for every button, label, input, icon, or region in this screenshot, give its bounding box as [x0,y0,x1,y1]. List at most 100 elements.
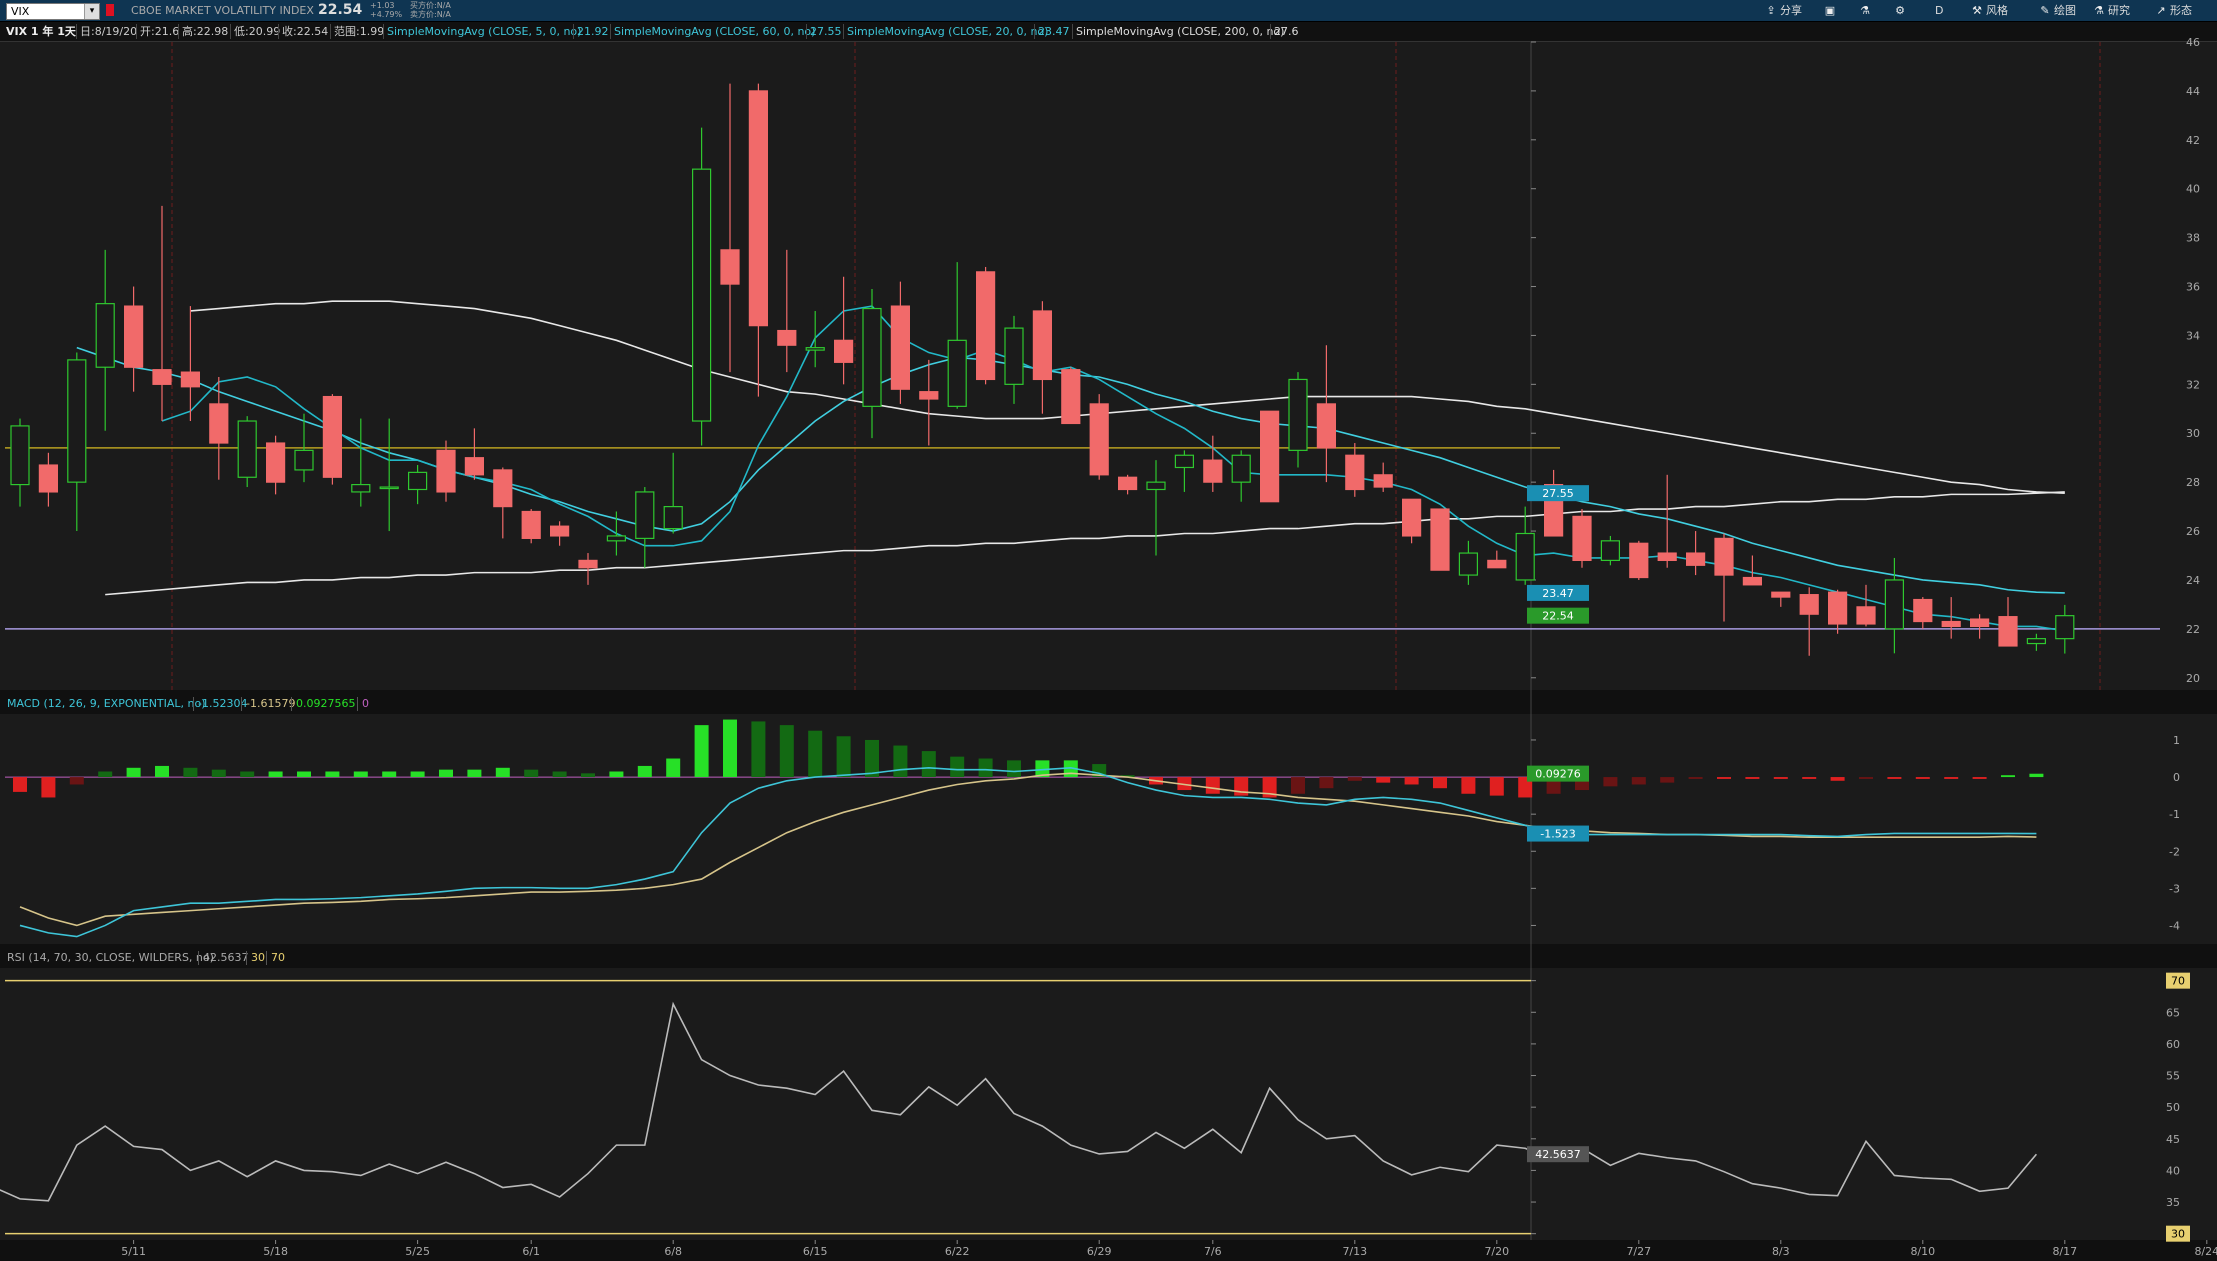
candle-body [294,449,314,471]
macd-histogram-bar [410,771,425,778]
candle-body [1316,403,1337,449]
candle [691,127,712,446]
macd-histogram-bar [581,773,595,778]
price-tick-label: 30 [2186,427,2200,440]
rsi-label[interactable]: RSI (14, 70, 30, CLOSE, WILDERS, no) [4,950,217,966]
candle-body [720,249,740,285]
candle-body [95,303,115,368]
macd-histogram-bar [2029,773,2044,778]
price-label: 27.55 [1542,487,1574,500]
macd-label[interactable]: MACD (12, 26, 9, EXPONENTIAL, no) [4,696,209,712]
macd-histogram-bar [1887,777,1902,779]
candle [1572,509,1592,568]
candle [1600,535,1621,566]
macd-histogram-bar [808,730,823,778]
macd-histogram-bar [978,758,993,778]
price-tick-label: 42 [2186,134,2200,147]
candle-body [549,525,570,537]
candle-body [1203,459,1223,483]
price-label: 23.47 [1542,587,1574,600]
macd-histogram-bar [467,769,482,778]
candle-body [1714,537,1734,576]
candle-body [919,391,939,400]
candle-body [1288,378,1308,451]
macd-histogram-bar [353,771,368,778]
macd-histogram-bar [2001,775,2015,778]
candle-body [890,305,911,390]
chart-background [0,42,2217,1261]
candle-body [493,469,513,508]
candle-body [748,90,769,327]
candle-body [1657,552,1677,561]
candle-body [322,395,342,478]
price-tick-label: 36 [2186,281,2200,294]
macd-histogram-bar [751,721,766,778]
candle-body [1827,591,1848,625]
macd-value-label: 0.09276 [1535,768,1581,781]
time-tick-label: 7/20 [1484,1245,1509,1258]
candle-body [1600,540,1621,561]
rsi-value-label: 42.5637 [1535,1148,1581,1161]
macd-histogram-bar [637,765,652,778]
macd-histogram-bar [893,745,908,778]
candle-body [2026,638,2047,645]
macd-histogram-bar [1802,777,1817,779]
candle-body [123,305,144,368]
macd-histogram-bar [666,758,681,778]
candle-body [947,339,967,407]
candle-body [975,271,996,381]
macd-histogram-bar [1404,777,1419,785]
macd-histogram-bar [1660,777,1675,783]
macd-histogram-bar [13,777,27,792]
candle-body [1884,579,1905,630]
macd-histogram-bar [240,771,255,778]
candle [1430,508,1450,571]
macd-histogram-bar [69,777,84,785]
candle-body [1969,618,1990,628]
candle [1629,540,1649,580]
candle-body [1146,481,1166,491]
candle-body [1004,327,1024,385]
candle-body [1856,606,1876,625]
price-tick-label: 40 [2186,183,2200,196]
macd-histogram-bar [723,719,737,778]
macd-histogram-bar [268,771,283,778]
time-tick-label: 6/15 [803,1245,828,1258]
pane-divider [0,944,2217,968]
candle-body [67,359,87,483]
time-tick-label: 6/8 [664,1245,682,1258]
price-tick-label: 44 [2186,85,2200,98]
macd-zero-value: 0 [362,697,369,710]
time-tick-label: 8/17 [2052,1245,2077,1258]
candle-body [209,403,229,444]
candle-body [1117,476,1138,491]
macd-histogram-bar [950,756,965,778]
candle [237,416,257,488]
macd-tick-label: 1 [2173,734,2180,747]
rsi-tick-label: 45 [2166,1133,2180,1146]
macd-histogram-bar [183,767,198,778]
chart-canvas[interactable]: 20 22 24 26 28 30 32 34 36 38 40 42 44 46 27.55 23.47 22… [0,0,2217,1261]
price-tick-label: 34 [2186,329,2200,342]
candle-body [521,510,541,539]
time-tick-label: 7/13 [1342,1245,1367,1258]
rsi-tick-label: 40 [2166,1164,2180,1177]
price-tick-label: 28 [2186,476,2200,489]
macd-histogram-bar [211,769,226,778]
time-tick-label: 7/27 [1626,1245,1651,1258]
candle-body [691,168,712,422]
candle-body [1430,508,1450,571]
candle-body [805,347,825,351]
candle-body [1089,403,1109,476]
price-tick-label: 24 [2186,574,2200,587]
candle-body [1231,454,1251,483]
macd-tick-label: 0 [2173,771,2180,784]
candle-body [1458,552,1479,576]
macd-tick-label: -1 [2169,808,2180,821]
candle-body [408,471,428,491]
time-tick-label: 5/18 [263,1245,288,1258]
candle-body [1259,410,1280,503]
candle-body [237,420,257,478]
candle-body [180,371,200,388]
candle-body [10,425,30,486]
